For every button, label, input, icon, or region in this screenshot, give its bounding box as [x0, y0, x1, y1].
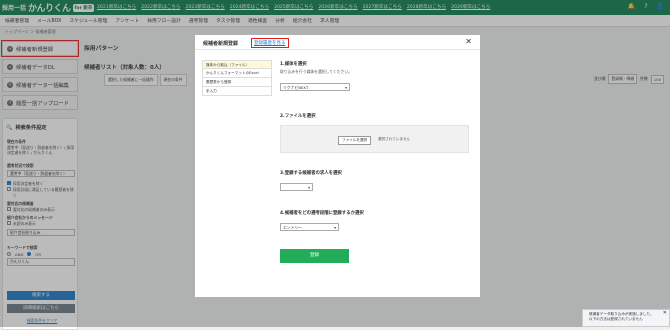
- media-select[interactable]: リクナビNEXT ▾: [280, 83, 350, 91]
- register-button[interactable]: 登録: [280, 249, 349, 263]
- close-icon[interactable]: ✕: [465, 37, 472, 46]
- file-select-button[interactable]: ファイルを選択: [338, 136, 371, 145]
- close-icon[interactable]: ✕: [663, 311, 667, 316]
- step4-title: 4.候補者をどの選考段階に登録するか選択: [280, 210, 364, 216]
- import-method-menu: 媒体から取込（ファイル） かんりくんフォーマットのExcel 履歴書から登録 手…: [202, 60, 272, 96]
- step1-title: 1.媒体を選択: [280, 61, 307, 67]
- stage-select[interactable]: エントリー ▾: [280, 223, 339, 231]
- stage-select-value: エントリー: [283, 225, 302, 230]
- modal-divider: [195, 49, 480, 50]
- job-select[interactable]: ▾: [280, 183, 313, 191]
- menu-item-manual[interactable]: 手入力: [202, 87, 272, 96]
- chevron-down-icon: ▾: [308, 184, 310, 191]
- step2-title: 2.ファイルを選択: [280, 113, 315, 119]
- step1-subtitle: 取り込みを行う媒体を選択してください。: [280, 69, 352, 75]
- menu-item-media-file[interactable]: 媒体から取込（ファイル）: [202, 60, 272, 69]
- menu-item-resume[interactable]: 履歴書から登録: [202, 78, 272, 87]
- file-status-text: 選択されていません: [378, 137, 410, 142]
- menu-item-excel-format[interactable]: かんりくんフォーマットのExcel: [202, 69, 272, 78]
- toast-line-2: 以下の方法は登録されていません: [589, 317, 663, 322]
- notification-toast: ✕ 候補者データ取り込みが実施しました。 以下の方法は登録されていません: [582, 309, 670, 327]
- file-drop-area[interactable]: ファイルを選択 選択されていません: [280, 125, 469, 153]
- modal-title: 候補者新規登録: [203, 40, 238, 47]
- registration-history-link[interactable]: 登録履歴を見る: [251, 38, 289, 48]
- new-candidate-modal: 候補者新規登録 登録履歴を見る ✕ 媒体から取込（ファイル） かんりくんフォーマ…: [195, 35, 480, 297]
- media-select-value: リクナビNEXT: [283, 85, 308, 90]
- step3-title: 3.登録する候補者の求人を選択: [280, 170, 342, 176]
- chevron-down-icon: ▾: [334, 224, 336, 231]
- chevron-down-icon: ▾: [345, 84, 347, 91]
